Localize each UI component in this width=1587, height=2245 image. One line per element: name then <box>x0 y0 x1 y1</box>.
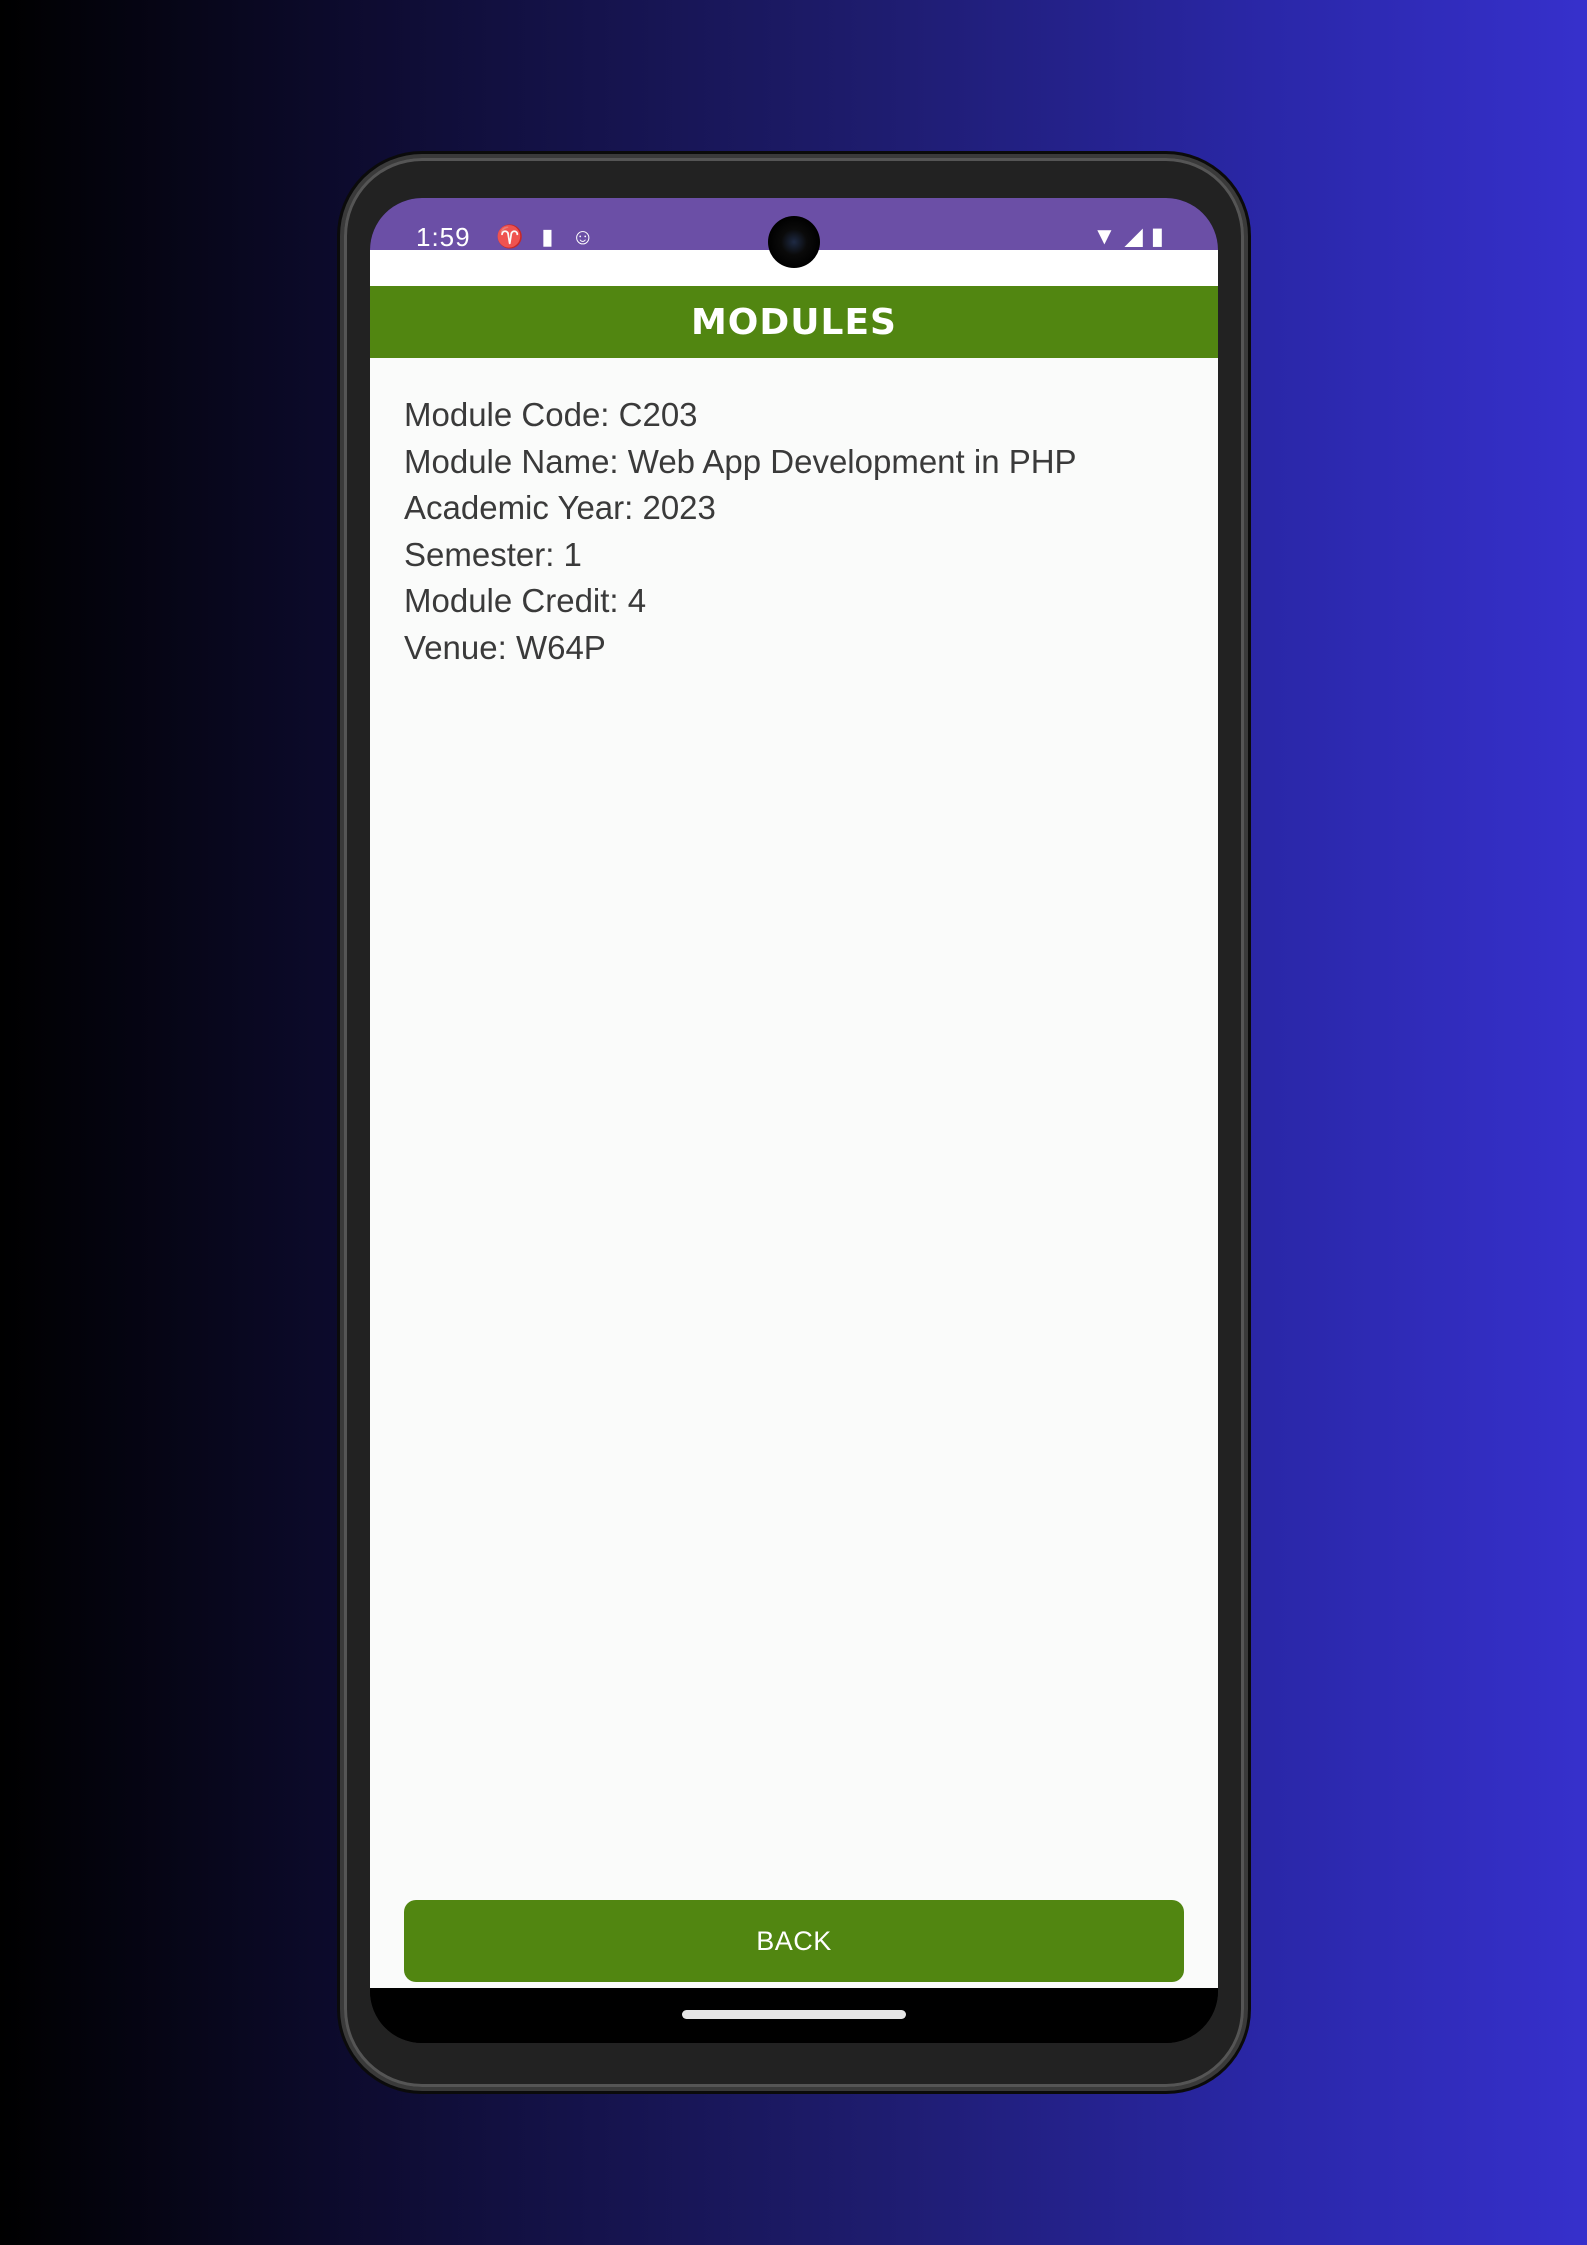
semester-text: Semester: 1 <box>404 535 582 573</box>
status-time: 1:59 <box>416 224 471 250</box>
accessibility-icon: ♈ <box>496 224 524 249</box>
module-details: Module Code: C203 Module Name: Web App D… <box>404 392 1077 671</box>
module-name-text: Module Name: Web App Development in PHP <box>404 442 1077 480</box>
app-bar: MODULES <box>370 286 1218 358</box>
battery-icon: ▮ <box>1150 224 1164 250</box>
module-details-panel: Module Code: C203 Module Name: Web App D… <box>370 358 1218 1988</box>
status-icons-left: ♈ ▮ ☺ <box>496 224 594 250</box>
sd-card-icon: ▮ <box>541 224 554 249</box>
wifi-icon: ▼ <box>1092 224 1117 250</box>
module-credit-text: Module Credit: 4 <box>404 582 647 619</box>
back-button[interactable]: BACK <box>404 1900 1184 1982</box>
front-camera <box>768 216 820 268</box>
status-icons-right: ▼ ◢ ▮ <box>1093 224 1164 250</box>
navigation-bar <box>370 1988 1218 2043</box>
module-code-text: Module Code: C203 <box>404 396 698 433</box>
academic-year-text: Academic Year: 2023 <box>404 489 716 526</box>
signal-icon: ◢ <box>1124 224 1143 250</box>
page-title: MODULES <box>690 301 897 343</box>
home-indicator[interactable] <box>682 2010 906 2019</box>
phone-frame: 1:59 ♈ ▮ ☺ ▼ ◢ ▮ MODULES Module Code: C2… <box>344 158 1244 2087</box>
android-face-icon: ☺ <box>571 224 594 249</box>
phone-screen: 1:59 ♈ ▮ ☺ ▼ ◢ ▮ MODULES Module Code: C2… <box>370 198 1218 2043</box>
venue-text: Venue: W64P <box>404 628 606 666</box>
